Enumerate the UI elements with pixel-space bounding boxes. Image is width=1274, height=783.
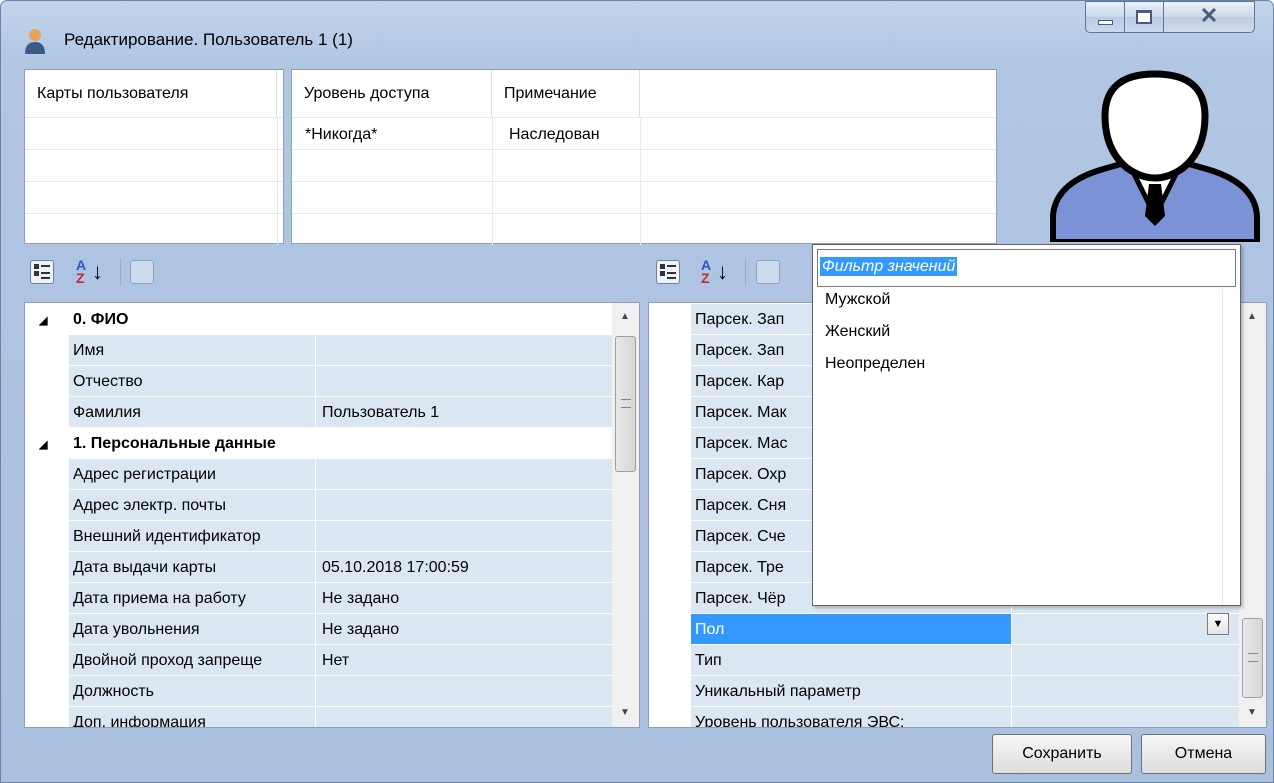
property-row[interactable]: Отчество (25, 366, 612, 397)
property-name: Должность (69, 676, 315, 707)
category-row[interactable]: ◢ 1. Персональные данные (25, 428, 612, 459)
save-button[interactable]: Сохранить (992, 734, 1132, 774)
categorized-icon[interactable] (656, 260, 680, 284)
property-value[interactable] (316, 490, 612, 521)
scroll-down-icon[interactable]: ▼ (1247, 707, 1257, 718)
category-label: 0. ФИО (73, 311, 129, 328)
property-row[interactable]: Уровень пользователя ЭВС: (649, 707, 1239, 727)
note-column-header[interactable]: Примечание (492, 70, 640, 117)
property-row[interactable]: Внешний идентификатор (25, 521, 612, 552)
person-avatar-icon (1050, 70, 1260, 245)
category-row[interactable]: ◢ 0. ФИО (25, 304, 612, 335)
property-name: Адрес регистрации (69, 459, 315, 490)
access-level-column-header[interactable]: Уровень доступа (292, 70, 492, 117)
property-name: Адрес электр. почты (69, 490, 315, 521)
property-name: Дата выдачи карты (69, 552, 315, 583)
close-button[interactable] (1163, 1, 1255, 33)
gender-dropdown-button[interactable]: ▼ (1207, 613, 1229, 635)
property-value[interactable] (1012, 614, 1239, 645)
property-value[interactable] (1012, 645, 1239, 676)
right-scrollbar[interactable]: ▲ ▼ (1239, 303, 1266, 727)
property-value[interactable]: 05.10.2018 17:00:59 (316, 552, 612, 583)
property-name: Дата увольнения (69, 614, 315, 645)
property-name: Дата приема на работу (69, 583, 315, 614)
left-scroll-thumb[interactable] (615, 336, 636, 472)
maximize-button[interactable] (1124, 1, 1164, 33)
property-row[interactable]: Тип (649, 645, 1239, 676)
property-row[interactable]: Имя (25, 335, 612, 366)
property-name: Отчество (69, 366, 315, 397)
property-value[interactable]: Не задано (316, 614, 612, 645)
property-row[interactable]: Должность (25, 676, 612, 707)
property-name: Внешний идентификатор (69, 521, 315, 552)
property-name: Имя (69, 335, 315, 366)
property-name: Доп. информация (69, 707, 315, 727)
property-value[interactable] (316, 707, 612, 727)
option-male[interactable]: Мужской (825, 291, 890, 309)
property-value[interactable]: Пользователь 1 (316, 397, 612, 428)
property-row[interactable]: Уникальный параметр (649, 676, 1239, 707)
right-scroll-thumb[interactable] (1242, 618, 1263, 698)
property-row[interactable]: Дата выдачи карты 05.10.2018 17:00:59 (25, 552, 612, 583)
close-icon (1201, 7, 1217, 27)
access-level-cell: *Никогда* (305, 126, 378, 143)
property-value[interactable] (1012, 676, 1239, 707)
filter-input[interactable]: Фильтр значений (817, 249, 1236, 287)
note-cell: Наследован (509, 126, 600, 143)
gender-dropdown-popup: Фильтр значений Мужской Женский Неопреде… (812, 244, 1241, 606)
categorized-icon[interactable] (30, 260, 54, 284)
property-name: Двойной проход запреще (69, 645, 315, 676)
property-row[interactable]: Пол (649, 614, 1239, 645)
property-row[interactable]: Двойной проход запреще Нет (25, 645, 612, 676)
property-name: Уникальный параметр (691, 676, 1011, 707)
window-title: Редактирование. Пользователь 1 (1) (64, 30, 353, 49)
minimize-button[interactable] (1085, 1, 1125, 33)
property-row[interactable]: Дата увольнения Не задано (25, 614, 612, 645)
left-property-grid: ◢ 0. ФИО Имя Отчество Фамилия Пользователь 1 ◢… (24, 302, 640, 728)
maximize-icon (1136, 10, 1152, 24)
avatar[interactable] (1045, 66, 1265, 245)
property-pages-icon[interactable] (130, 260, 154, 284)
property-value[interactable] (316, 459, 612, 490)
property-name: Уровень пользователя ЭВС: (691, 707, 1011, 727)
property-value[interactable] (316, 366, 612, 397)
cancel-button[interactable]: Отмена (1141, 734, 1266, 774)
cards-column-header[interactable]: Карты пользователя (25, 70, 277, 117)
property-row[interactable]: Дата приема на работу Не задано (25, 583, 612, 614)
access-level-panel: Уровень доступа Примечание *Никогда* Нас… (291, 69, 997, 245)
scroll-up-icon[interactable]: ▲ (620, 311, 630, 322)
property-name: Пол (691, 614, 1011, 645)
property-row[interactable]: Фамилия Пользователь 1 (25, 397, 612, 428)
chevron-down-icon: ▼ (1212, 618, 1224, 630)
left-scrollbar[interactable]: ▲ ▼ (612, 303, 639, 727)
minimize-icon (1097, 19, 1113, 25)
property-value[interactable] (316, 335, 612, 366)
category-label: 1. Персональные данные (73, 435, 276, 452)
property-name: Фамилия (69, 397, 315, 428)
property-name: Тип (691, 645, 1011, 676)
scroll-up-icon[interactable]: ▲ (1247, 311, 1257, 322)
option-undefined[interactable]: Неопределен (825, 355, 925, 373)
filter-placeholder: Фильтр значений (820, 257, 958, 276)
property-value[interactable]: Нет (316, 645, 612, 676)
sort-arrow-icon: ↓ (717, 259, 728, 284)
property-row[interactable]: Доп. информация (25, 707, 612, 727)
user-icon (24, 28, 46, 54)
property-value[interactable] (316, 676, 612, 707)
option-female[interactable]: Женский (825, 323, 890, 341)
property-value[interactable] (316, 521, 612, 552)
property-pages-icon[interactable] (756, 260, 780, 284)
sort-az-icon[interactable]: AZ (701, 258, 711, 285)
property-row[interactable]: Адрес электр. почты (25, 490, 612, 521)
sort-arrow-icon: ↓ (92, 259, 103, 284)
scroll-down-icon[interactable]: ▼ (620, 707, 630, 718)
property-value[interactable]: Не задано (316, 583, 612, 614)
sort-az-icon[interactable]: AZ (76, 258, 86, 285)
property-row[interactable]: Адрес регистрации (25, 459, 612, 490)
property-value[interactable] (1012, 707, 1239, 727)
cards-panel: Карты пользователя (24, 69, 284, 245)
